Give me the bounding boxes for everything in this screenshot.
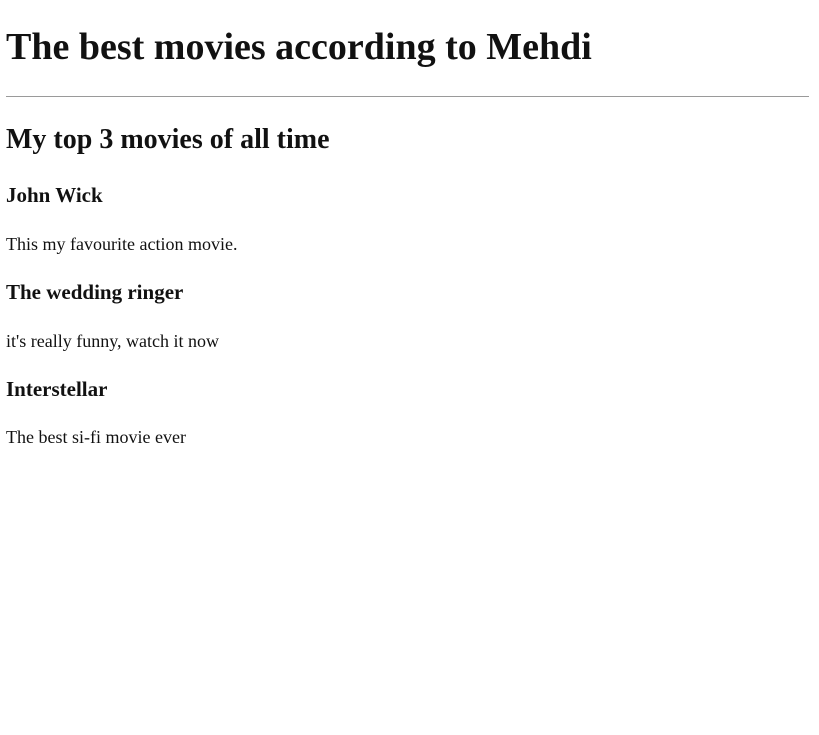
page-title: The best movies according to Mehdi <box>6 26 592 68</box>
movie-title-john-wick: John Wick <box>6 183 103 207</box>
section-title: My top 3 movies of all time <box>6 124 330 155</box>
movie-description-john-wick: This my favourite action movie. <box>6 234 238 254</box>
movie-description-the-wedding-ringer: it's really funny, watch it now <box>6 331 220 351</box>
movie-title-interstellar: Interstellar <box>6 377 108 401</box>
movie-title-the-wedding-ringer: The wedding ringer <box>6 280 184 304</box>
page: The best movies according to Mehdi My to… <box>0 0 819 735</box>
divider <box>6 96 809 97</box>
movie-description-interstellar: The best si-fi movie ever <box>6 427 186 447</box>
